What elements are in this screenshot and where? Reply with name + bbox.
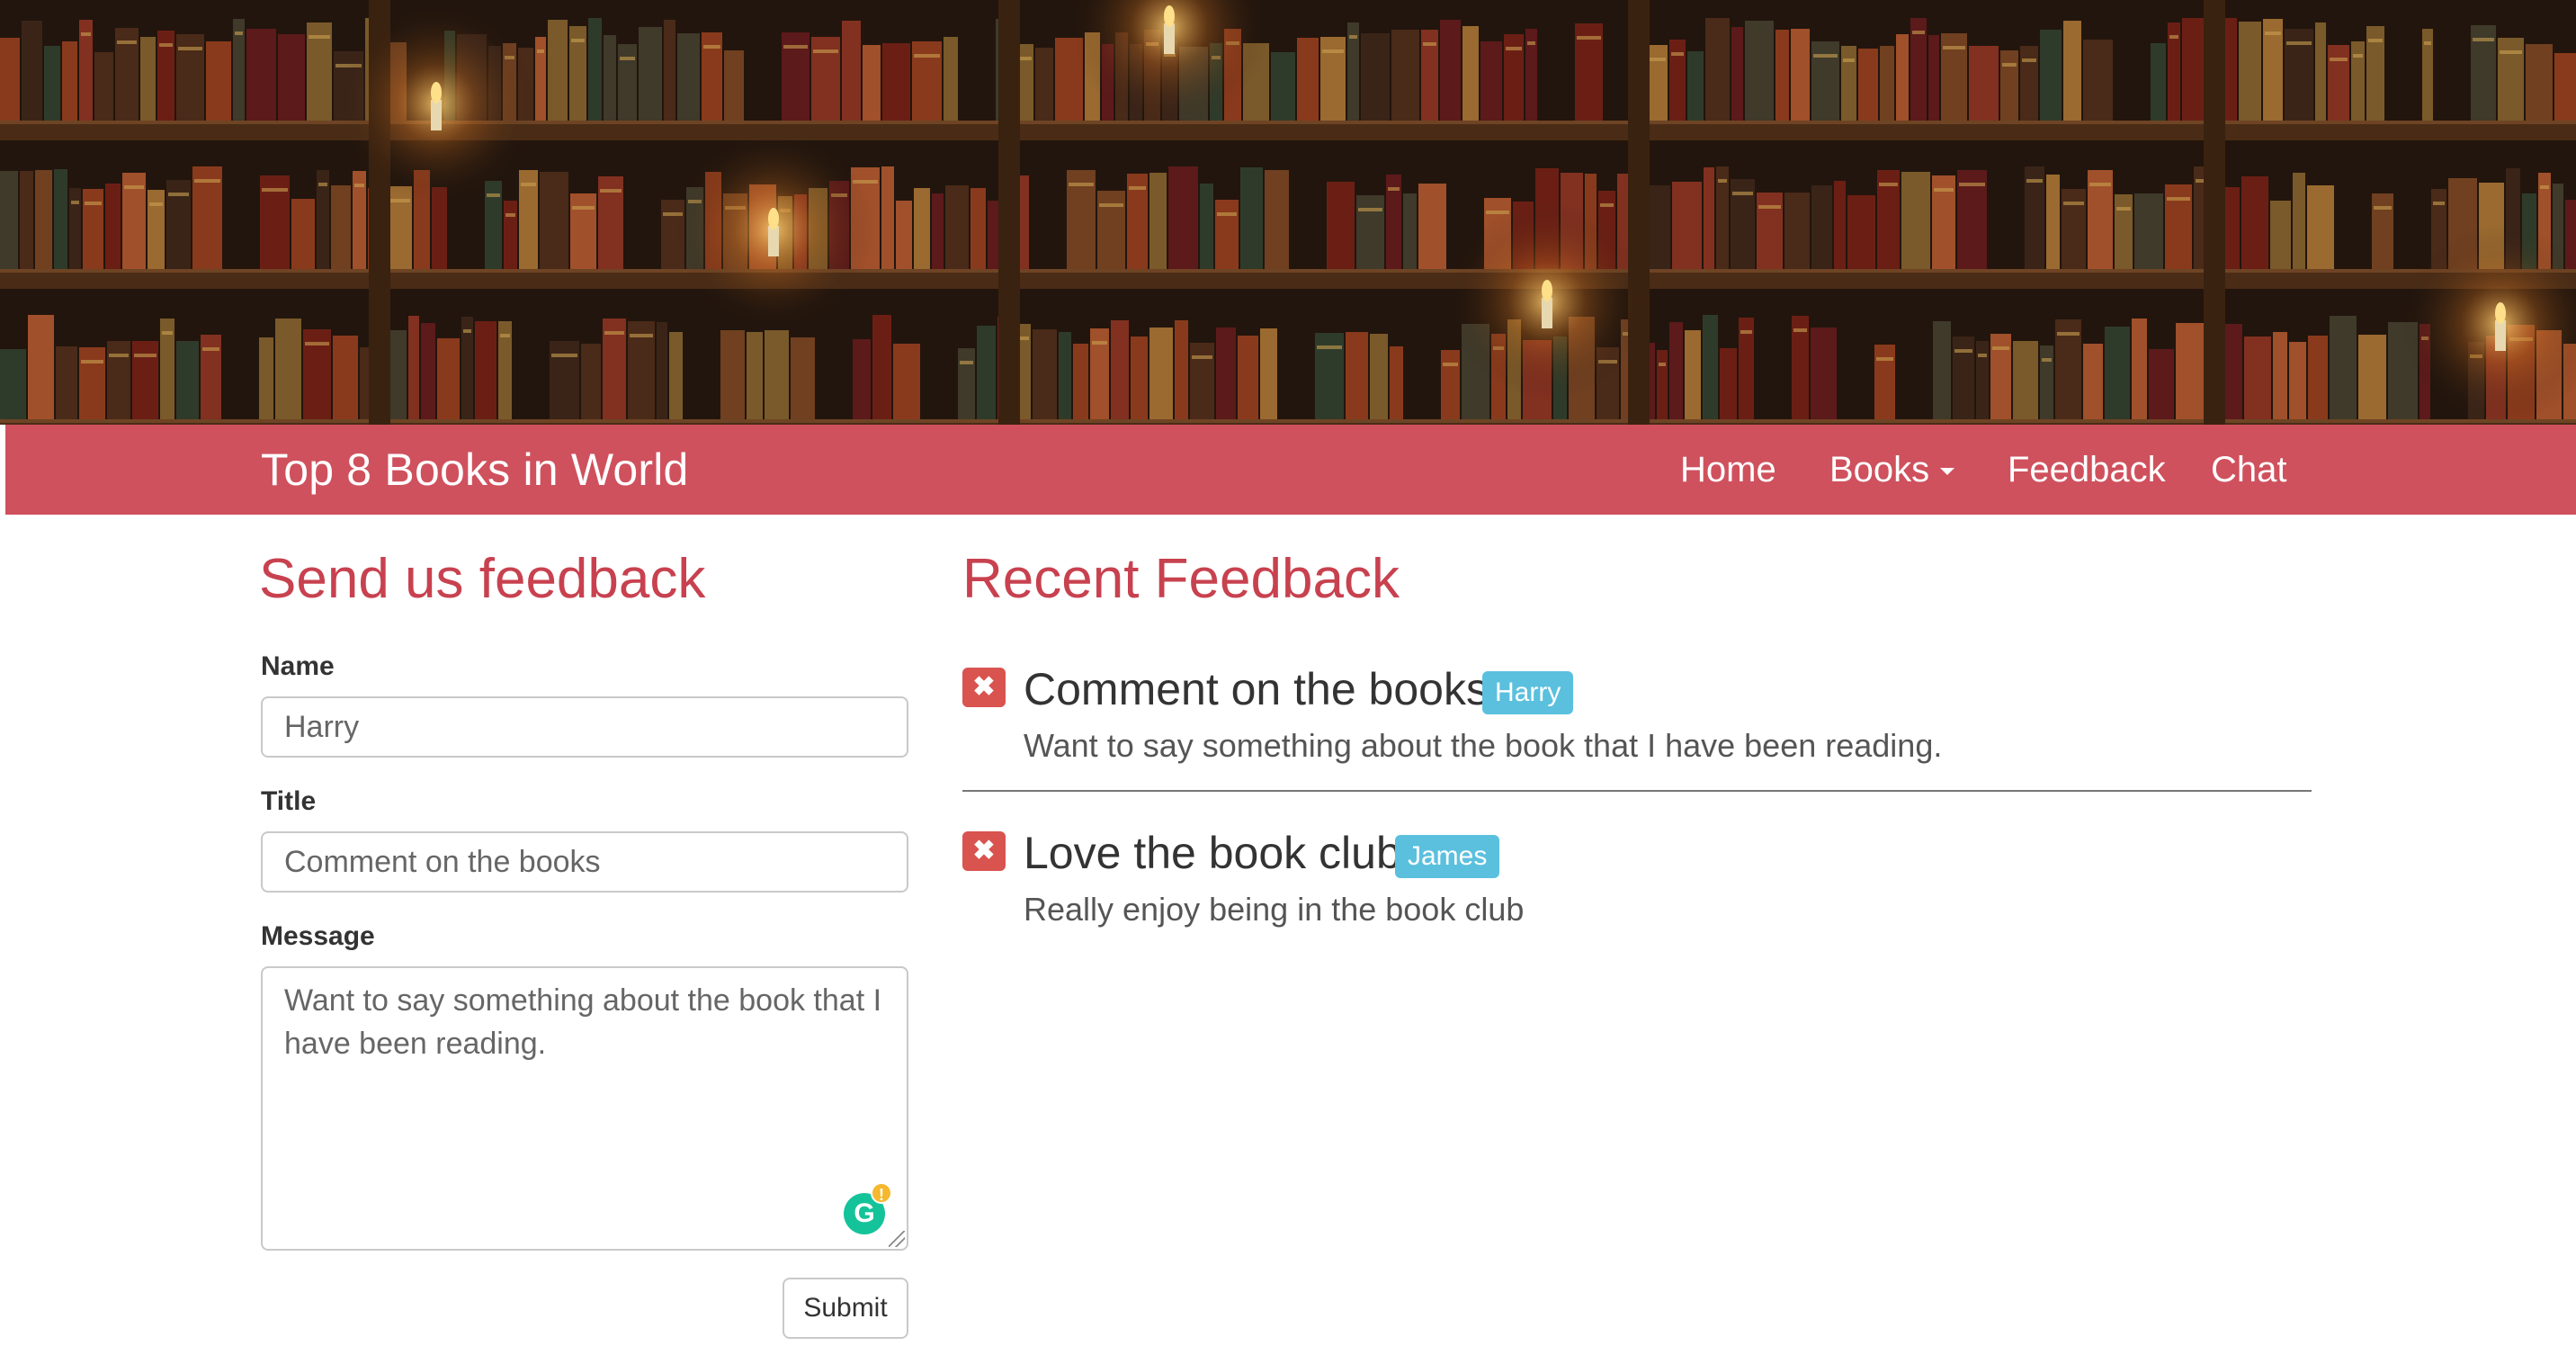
title-input[interactable] <box>261 831 908 893</box>
grammarly-alert-icon: ! <box>871 1182 892 1204</box>
nav-books-dropdown[interactable]: Books <box>1829 425 1955 515</box>
author-badge: Harry <box>1482 671 1574 714</box>
delete-feedback-button[interactable]: ✖ <box>962 831 1006 871</box>
close-icon: ✖ <box>972 672 996 702</box>
caret-down-icon <box>1940 468 1955 476</box>
feedback-heading: Recent Feedback <box>962 548 1400 610</box>
feedback-title: Comment on the books <box>1024 664 1489 714</box>
message-label: Message <box>261 921 375 951</box>
navbar: Top 8 Books in World Home Books Feedback… <box>5 425 2576 515</box>
feedback-title: Love the book club <box>1024 828 1401 878</box>
nav-chat[interactable]: Chat <box>2211 425 2287 515</box>
message-textarea[interactable]: Want to say something about the book tha… <box>261 966 908 1251</box>
nav-home[interactable]: Home <box>1680 425 1776 515</box>
bookshelf-illustration <box>0 0 2576 425</box>
title-label: Title <box>261 786 317 816</box>
author-badge: James <box>1395 835 1500 878</box>
submit-button[interactable]: Submit <box>783 1278 908 1339</box>
site-brand[interactable]: Top 8 Books in World <box>261 425 689 515</box>
feedback-message: Want to say something about the book tha… <box>1024 727 1943 764</box>
name-label: Name <box>261 651 335 681</box>
form-heading: Send us feedback <box>259 548 706 610</box>
resize-handle-icon[interactable] <box>889 1231 905 1247</box>
nav-books-label: Books <box>1829 450 1930 489</box>
delete-feedback-button[interactable]: ✖ <box>962 668 1006 707</box>
bookshelf-banner <box>0 0 2576 425</box>
close-icon: ✖ <box>972 836 996 866</box>
feedback-message: Really enjoy being in the book club <box>1024 891 1525 928</box>
feedback-divider <box>962 790 2312 792</box>
nav-feedback[interactable]: Feedback <box>2008 425 2166 515</box>
name-input[interactable] <box>261 696 908 758</box>
